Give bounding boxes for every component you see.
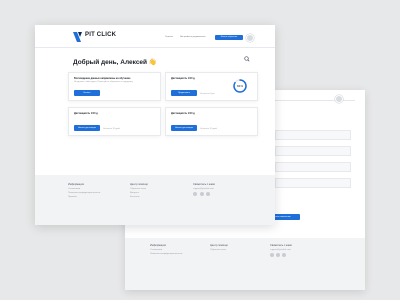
user-avatar[interactable] [246,34,254,42]
back-social-icon[interactable] [282,253,286,257]
course-card: Дистанция № 1/10 д Продолжить Осталось 4… [165,72,258,101]
course-card: Дистанция № 1/10 д Начать дистанцию Оста… [68,107,161,136]
progress-ring: 84% [233,79,247,93]
footer-col-help: Центр помощи Обратная связь Вопросы Конт… [130,183,148,198]
back-social-icon[interactable] [276,253,280,257]
dashboard-screen: PIT CLICK Главная Настройка и уведомлени… [35,25,275,225]
footer-col-info: Информация О компании Политика конфиденц… [68,183,101,198]
card-meta: Осталось 12 дней [200,128,217,130]
course-card: Восхождение данных направлены на обучени… [68,72,161,101]
top-header: PIT CLICK Главная Настройка и уведомлени… [35,25,275,48]
back-input-3[interactable] [275,162,351,172]
card-title: Дистанция № 1/10 д [171,77,195,80]
back-input-4[interactable] [275,178,351,188]
card-continue-button[interactable]: Продолжить [171,90,197,96]
card-title: Восхождение данных направлены на обучени… [74,77,131,80]
card-subtitle: Не удалось найти курсы. Пожалуйста, обра… [74,81,133,83]
back-footer-col-2: Центр помощи Обратная связь [210,244,228,251]
card-meta: Осталось 4 дня [200,93,215,95]
back-footer-col-1: Информация О компании Политика конфиденц… [150,244,183,255]
search-icon[interactable] [244,56,250,62]
card-meta: Осталось 12 дней [103,128,120,130]
card-start-distance-button[interactable]: Начать дистанцию [171,125,197,131]
card-start-button[interactable]: Начать [74,90,100,96]
footer-col-contact: Свяжитесь с нами support@pitclick.com [193,183,215,197]
card-start-distance-button[interactable]: Начать дистанцию [74,125,100,131]
back-input-1[interactable] [275,130,351,140]
back-input-2[interactable] [275,146,351,156]
back-avatar[interactable] [335,95,343,103]
card-title: Дистанция № 1/10 д [171,112,195,115]
card-title: Дистанция № 1/10 д [74,112,98,115]
start-learning-button[interactable]: Начать обучение [215,35,243,40]
nav-link-home[interactable]: Главная [165,36,173,38]
back-social-icon[interactable] [270,253,274,257]
pit-click-logo-icon[interactable] [73,32,85,42]
progress-label: 84% [237,84,243,88]
social-icon[interactable] [193,192,197,196]
nav-link-settings[interactable]: Настройка и уведомления [180,36,205,38]
brand-name[interactable]: PIT CLICK [85,32,116,38]
social-icon[interactable] [199,192,204,196]
social-icon[interactable] [206,192,211,196]
back-footer-col-3: Свяжитесь с нами support@pitclick.com [270,244,292,258]
course-card: Дистанция № 1/10 д Начать дистанцию Оста… [165,107,258,136]
greeting-title: Добрый день, Алексей 👋 [73,59,157,66]
